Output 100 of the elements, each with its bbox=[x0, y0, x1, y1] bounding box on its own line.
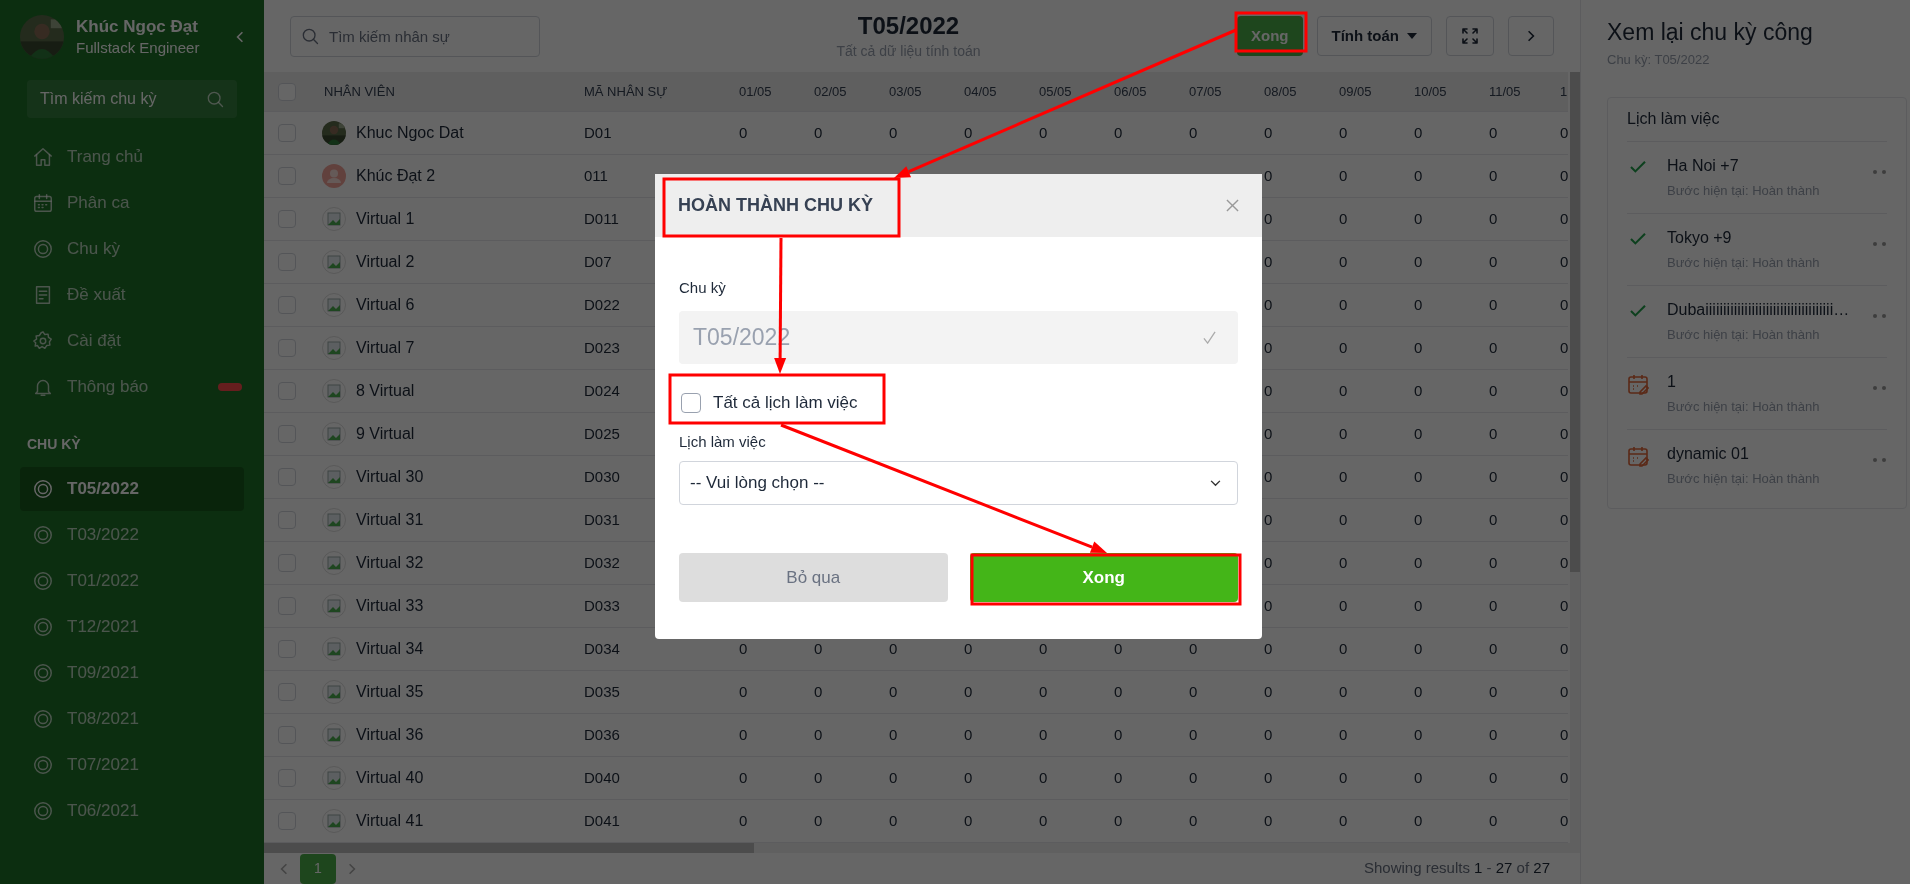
table-cell-text: 0 bbox=[814, 767, 823, 788]
more-icon[interactable] bbox=[1873, 241, 1887, 246]
table-cell-text: 0 bbox=[739, 681, 748, 702]
scrollbar[interactable] bbox=[264, 843, 754, 853]
table-cell-text: 0 bbox=[1264, 122, 1273, 143]
column-header: 01/05 bbox=[738, 82, 773, 101]
table-cell-text: 0 bbox=[1189, 767, 1198, 788]
table-cell-text: 0 bbox=[739, 810, 748, 831]
table-cell-text: D035 bbox=[584, 681, 620, 702]
table-cell-text: 0 bbox=[1414, 509, 1423, 530]
broken-image-icon bbox=[322, 809, 346, 833]
table-cell-text: 0 bbox=[1489, 251, 1498, 272]
schedule-select[interactable]: -- Vui lòng chọn -- bbox=[679, 461, 1238, 505]
table-cell-text: 0 bbox=[1189, 681, 1198, 702]
table-cell-text: 0 bbox=[1339, 423, 1348, 444]
table-cell-text: 0 bbox=[1489, 380, 1498, 401]
table-cell-text: 0 bbox=[1489, 466, 1498, 487]
checkbox[interactable] bbox=[681, 392, 701, 413]
ring-icon bbox=[32, 570, 54, 592]
table-cell-text: 0 bbox=[1489, 638, 1498, 659]
table-cell-text: 0 bbox=[1114, 767, 1123, 788]
page-button[interactable]: 1 bbox=[300, 853, 336, 884]
broken-image-icon bbox=[322, 250, 346, 274]
collapse-icon[interactable] bbox=[236, 31, 244, 43]
table-cell-text: 0 bbox=[1264, 165, 1273, 186]
search-field[interactable]: Tìm kiếm nhân sự bbox=[290, 15, 540, 57]
broken-image-icon bbox=[322, 551, 346, 575]
table-cell-text: Virtual 1 bbox=[356, 209, 415, 229]
calculate-button[interactable]: Tính toán bbox=[1316, 16, 1432, 56]
table-cell-text: 9 Virtual bbox=[356, 424, 415, 444]
table-cell-text: 0 bbox=[814, 724, 823, 745]
table-cell-text: 0 bbox=[1264, 724, 1273, 745]
search-icon[interactable] bbox=[205, 89, 225, 109]
table-cell-text: Khuc Ngoc Dat bbox=[356, 123, 464, 143]
table-cell-text: 0 bbox=[1339, 509, 1348, 530]
table-cell-text: 0 bbox=[1560, 552, 1568, 573]
table-cell-text: 0 bbox=[1039, 810, 1048, 831]
table-cell-text: 0 bbox=[964, 638, 973, 659]
table-cell-text: Virtual 30 bbox=[356, 467, 424, 487]
table-cell-text: 0 bbox=[1414, 294, 1423, 315]
caret-icon bbox=[1407, 33, 1417, 39]
more-icon[interactable] bbox=[1873, 385, 1887, 390]
table-cell-text: 8 Virtual bbox=[356, 381, 415, 401]
table-cell-text: 0 bbox=[1414, 208, 1423, 229]
table-cell-text: 0 bbox=[1339, 681, 1348, 702]
column-header: 03/05 bbox=[888, 82, 923, 101]
table-cell-text: 0 bbox=[1414, 595, 1423, 616]
table-cell-text: 0 bbox=[1264, 294, 1273, 315]
table-cell-text: 0 bbox=[1414, 466, 1423, 487]
checkbox-label: Tất cả lịch làm việc bbox=[713, 391, 858, 414]
skip-button[interactable]: Bỏ qua bbox=[679, 553, 948, 602]
table-cell-text: 0 bbox=[1489, 122, 1498, 143]
table-cell-text: 0 bbox=[1114, 810, 1123, 831]
table-cell-text: Virtual 2 bbox=[356, 252, 415, 272]
more-icon[interactable] bbox=[1873, 169, 1887, 174]
next-button[interactable] bbox=[1508, 16, 1554, 56]
table-cell-text: 0 bbox=[1339, 337, 1348, 358]
ring-icon bbox=[32, 662, 54, 684]
table-cell-text: 0 bbox=[1264, 595, 1273, 616]
table-cell-text: D033 bbox=[584, 595, 620, 616]
table-cell-text: 0 bbox=[1560, 509, 1568, 530]
table-cell-text: D036 bbox=[584, 724, 620, 745]
table-cell-text: D011 bbox=[584, 208, 619, 229]
table-cell-text: 0 bbox=[1339, 208, 1348, 229]
previous-page-icon[interactable] bbox=[280, 862, 288, 875]
expand-icon bbox=[1462, 28, 1478, 44]
ring-icon bbox=[32, 800, 54, 822]
table-cell-text: 0 bbox=[964, 810, 973, 831]
table-cell-text: 0 bbox=[1414, 337, 1423, 358]
table-cell-text: 0 bbox=[1339, 638, 1348, 659]
table-cell-text: 0 bbox=[1560, 423, 1568, 444]
table-cell-text: D01 bbox=[584, 122, 612, 143]
scrollbar[interactable] bbox=[1570, 72, 1580, 572]
page-title: T05/2022 bbox=[857, 10, 960, 41]
table-cell-text: 0 bbox=[1489, 337, 1498, 358]
table-cell-text: 0 bbox=[1114, 122, 1123, 143]
broken-image-icon bbox=[322, 594, 346, 618]
table-cell-text: 0 bbox=[1339, 380, 1348, 401]
table-cell-text: Virtual 6 bbox=[356, 295, 415, 315]
table-cell-text: 0 bbox=[1414, 638, 1423, 659]
more-icon[interactable] bbox=[1873, 313, 1887, 318]
cycle-item[interactable]: T05/2022 bbox=[20, 467, 244, 511]
table-cell-text: D024 bbox=[584, 380, 620, 401]
expand-button[interactable] bbox=[1446, 16, 1494, 56]
table-cell-text: 0 bbox=[1039, 724, 1048, 745]
next-page-icon[interactable] bbox=[348, 862, 356, 875]
ring-icon bbox=[32, 478, 54, 500]
done-button[interactable]: Xong bbox=[969, 553, 1238, 602]
table-cell-text: 0 bbox=[1039, 638, 1048, 659]
calendar-icon bbox=[1627, 372, 1649, 395]
section-label: CHU KỲ bbox=[27, 434, 81, 454]
table-cell-text: 0 bbox=[1264, 509, 1273, 530]
table-cell-text: 0 bbox=[1489, 423, 1498, 444]
close-icon[interactable] bbox=[1226, 199, 1239, 212]
check-icon bbox=[1629, 231, 1647, 246]
calendar-icon bbox=[1627, 444, 1649, 467]
table-cell-text: 0 bbox=[1339, 466, 1348, 487]
more-icon[interactable] bbox=[1873, 457, 1887, 462]
table-cell-text: 0 bbox=[1039, 122, 1048, 143]
broken-image-icon bbox=[322, 293, 346, 317]
